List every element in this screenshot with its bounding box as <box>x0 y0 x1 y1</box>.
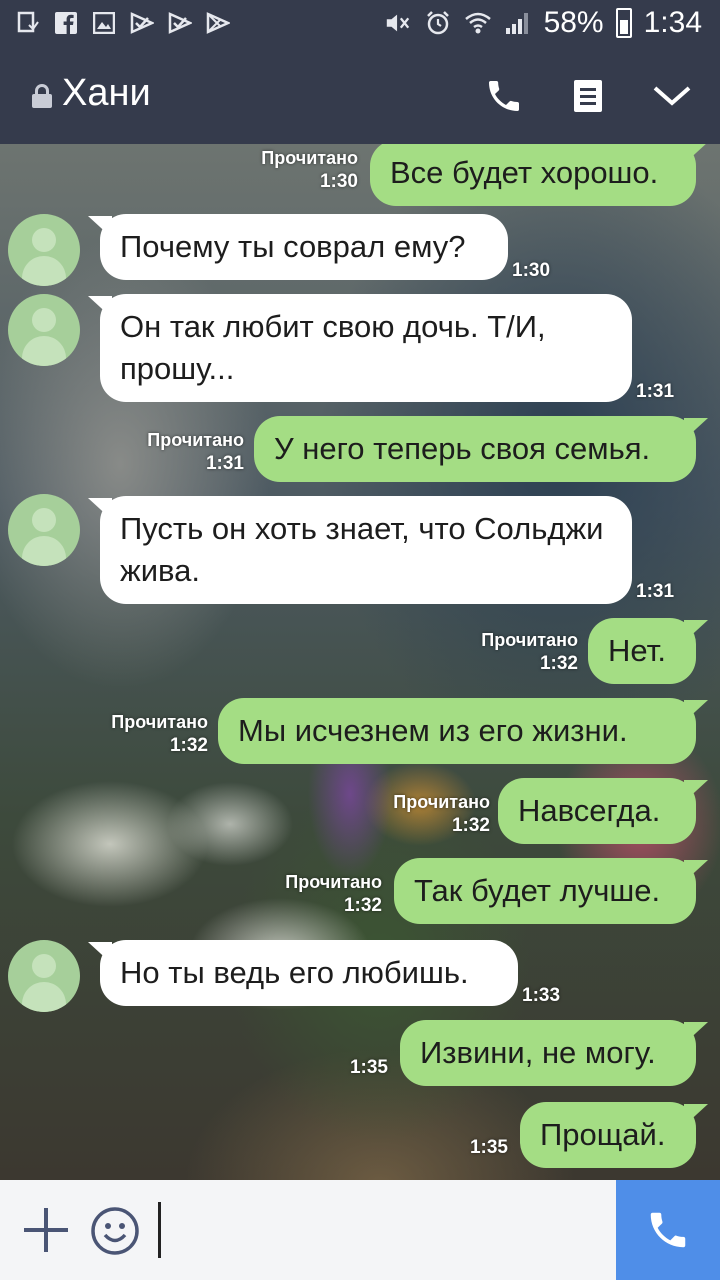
avatar[interactable] <box>8 494 80 566</box>
message-bubble-outgoing[interactable]: Мы исчезнем из его жизни. <box>218 698 708 764</box>
chevron-down-icon <box>653 86 691 106</box>
notes-icon <box>574 80 602 112</box>
message-bubble-outgoing[interactable]: Так будет лучше. <box>394 858 708 924</box>
message-text: Мы исчезнем из его жизни. <box>238 713 628 748</box>
message-bubble-incoming[interactable]: Пусть он хоть знает, что Сольджи жива. <box>88 496 632 604</box>
message-text: Все будет хорошо. <box>390 155 659 190</box>
avatar[interactable] <box>8 214 80 286</box>
facebook-icon <box>54 8 78 38</box>
message-bubble-outgoing[interactable]: Прощай. <box>520 1102 708 1168</box>
message-bubble-incoming[interactable]: Почему ты соврал ему? <box>88 214 508 280</box>
message-bubble-incoming[interactable]: Он так любит свою дочь. Т/И, прошу... <box>88 294 632 402</box>
message-input-bar <box>0 1180 720 1280</box>
message-text: Так будет лучше. <box>414 873 661 908</box>
message-meta: 1:31 <box>636 381 675 402</box>
message-meta: 1:31 <box>636 581 675 602</box>
message-text: Нет. <box>608 633 666 668</box>
message-meta: Прочитано 1:32 <box>111 712 208 756</box>
message-bubble-outgoing[interactable]: Извини, не могу. <box>400 1020 708 1086</box>
message-meta: Прочитано 1:32 <box>481 630 578 674</box>
signal-icon <box>504 7 532 39</box>
message-meta: Прочитано 1:32 <box>393 792 490 836</box>
battery-percent: 58% <box>543 6 604 39</box>
wifi-icon <box>464 7 492 39</box>
phone-icon <box>489 81 519 111</box>
mute-icon <box>384 7 412 39</box>
message-meta: 1:35 <box>469 1137 508 1158</box>
message-meta: Прочитано 1:30 <box>261 148 358 192</box>
message-text: Но ты ведь его любишь. <box>120 955 469 990</box>
avatar[interactable] <box>8 940 80 1012</box>
play-store-icon <box>206 8 230 38</box>
message-input[interactable] <box>158 1202 161 1258</box>
message-text: Почему ты соврал ему? <box>120 229 466 264</box>
message-meta: Прочитано 1:32 <box>285 872 382 916</box>
phone-icon <box>650 1212 686 1248</box>
lock-icon <box>32 84 52 108</box>
message-meta: 1:35 <box>349 1057 388 1078</box>
status-bar: 58% 1:34 <box>0 0 720 48</box>
copy-icon <box>16 8 40 38</box>
chat-header: Хани <box>0 48 720 144</box>
chat-area[interactable]: Прочитано 1:30 Все будет хорошо. Почему … <box>0 144 720 1180</box>
call-button[interactable] <box>476 68 532 124</box>
emoji-icon[interactable] <box>90 1206 140 1256</box>
avatar[interactable] <box>8 294 80 366</box>
alarm-icon <box>424 7 452 39</box>
check-flag-icon <box>168 8 192 38</box>
message-text: Пусть он хоть знает, что Сольджи жива. <box>120 511 604 588</box>
plus-icon[interactable] <box>22 1206 70 1254</box>
message-text: Он так любит свою дочь. Т/И, прошу... <box>120 309 546 386</box>
message-text: Навсегда. <box>518 793 661 828</box>
message-bubble-outgoing[interactable]: У него теперь своя семья. <box>254 416 708 482</box>
image-icon <box>92 8 116 38</box>
message-meta: Прочитано 1:31 <box>147 430 244 474</box>
page-title: Хани <box>62 72 151 114</box>
voice-call-button[interactable] <box>616 1180 720 1280</box>
battery-icon <box>615 8 632 38</box>
message-meta: 1:30 <box>512 260 551 281</box>
message-bubble-outgoing[interactable]: Нет. <box>588 618 708 684</box>
check-flag-icon <box>130 8 154 38</box>
message-bubble-incoming[interactable]: Но ты ведь его любишь. <box>88 940 518 1006</box>
expand-menu-button[interactable] <box>644 68 700 124</box>
message-meta: 1:33 <box>522 985 561 1006</box>
message-text: Извини, не могу. <box>420 1035 656 1070</box>
notes-button[interactable] <box>560 68 616 124</box>
message-text: Прощай. <box>540 1117 666 1152</box>
message-text: У него теперь своя семья. <box>274 431 651 466</box>
message-bubble-outgoing[interactable]: Все будет хорошо. <box>370 144 708 206</box>
message-bubble-outgoing[interactable]: Навсегда. <box>498 778 708 844</box>
clock: 1:34 <box>643 6 702 39</box>
